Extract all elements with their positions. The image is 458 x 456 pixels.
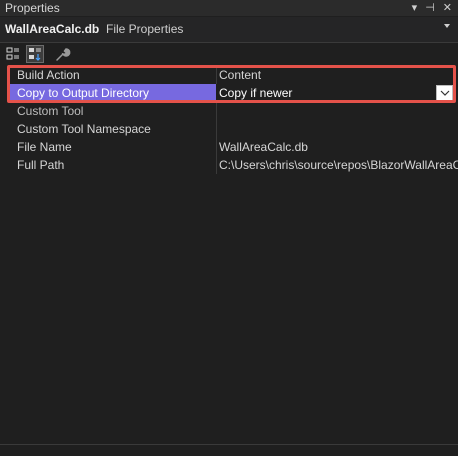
property-name: Custom Tool <box>17 104 84 118</box>
column-divider <box>216 66 217 84</box>
property-row-build-action[interactable]: Build Action Content <box>0 66 458 84</box>
wrench-icon[interactable] <box>53 45 71 63</box>
property-name: File Name <box>17 140 72 154</box>
property-name: Copy to Output Directory <box>17 86 150 100</box>
property-row-custom-tool[interactable]: Custom Tool <box>0 102 458 120</box>
property-value: Content <box>219 68 262 82</box>
properties-title-bar: Properties ▾ ⊣ ✕ <box>0 0 458 16</box>
property-row-copy-to-output[interactable]: Copy to Output Directory Copy if newer <box>0 84 458 102</box>
column-divider <box>216 102 217 120</box>
property-name: Custom Tool Namespace <box>17 122 151 136</box>
column-divider <box>216 138 217 156</box>
property-row-custom-tool-namespace[interactable]: Custom Tool Namespace <box>0 120 458 138</box>
chevron-down-icon <box>440 90 450 96</box>
property-value: C:\Users\chris\source\repos\BlazorWallAr… <box>219 158 458 172</box>
window-title: Properties <box>5 1 60 15</box>
object-type: File Properties <box>106 22 184 36</box>
alphabetical-icon[interactable] <box>26 45 44 63</box>
property-row-file-name[interactable]: File Name WallAreaCalc.db <box>0 138 458 156</box>
object-name: WallAreaCalc.db <box>5 22 100 36</box>
dropdown-icon[interactable]: ▾ <box>412 0 418 16</box>
pin-icon[interactable]: ⊣ <box>425 0 435 16</box>
property-row-full-path[interactable]: Full Path C:\Users\chris\source\repos\Bl… <box>0 156 458 174</box>
properties-toolbar <box>0 43 458 64</box>
property-grid: Build Action Content Copy to Output Dire… <box>0 66 458 174</box>
property-name: Build Action <box>17 68 80 82</box>
value-dropdown-button[interactable] <box>436 85 453 101</box>
property-name: Full Path <box>17 158 65 172</box>
title-bar-controls: ▾ ⊣ ✕ <box>412 0 452 16</box>
object-selector[interactable]: WallAreaCalc.db File Properties <box>0 17 458 43</box>
property-value: WallAreaCalc.db <box>219 140 308 154</box>
chevron-down-icon[interactable] <box>444 24 450 28</box>
property-value[interactable]: Copy if newer <box>219 86 292 100</box>
column-divider <box>216 156 217 174</box>
description-pane-divider[interactable] <box>0 444 458 445</box>
column-divider <box>216 120 217 138</box>
close-icon[interactable]: ✕ <box>443 0 452 16</box>
categorized-icon[interactable] <box>4 45 22 63</box>
